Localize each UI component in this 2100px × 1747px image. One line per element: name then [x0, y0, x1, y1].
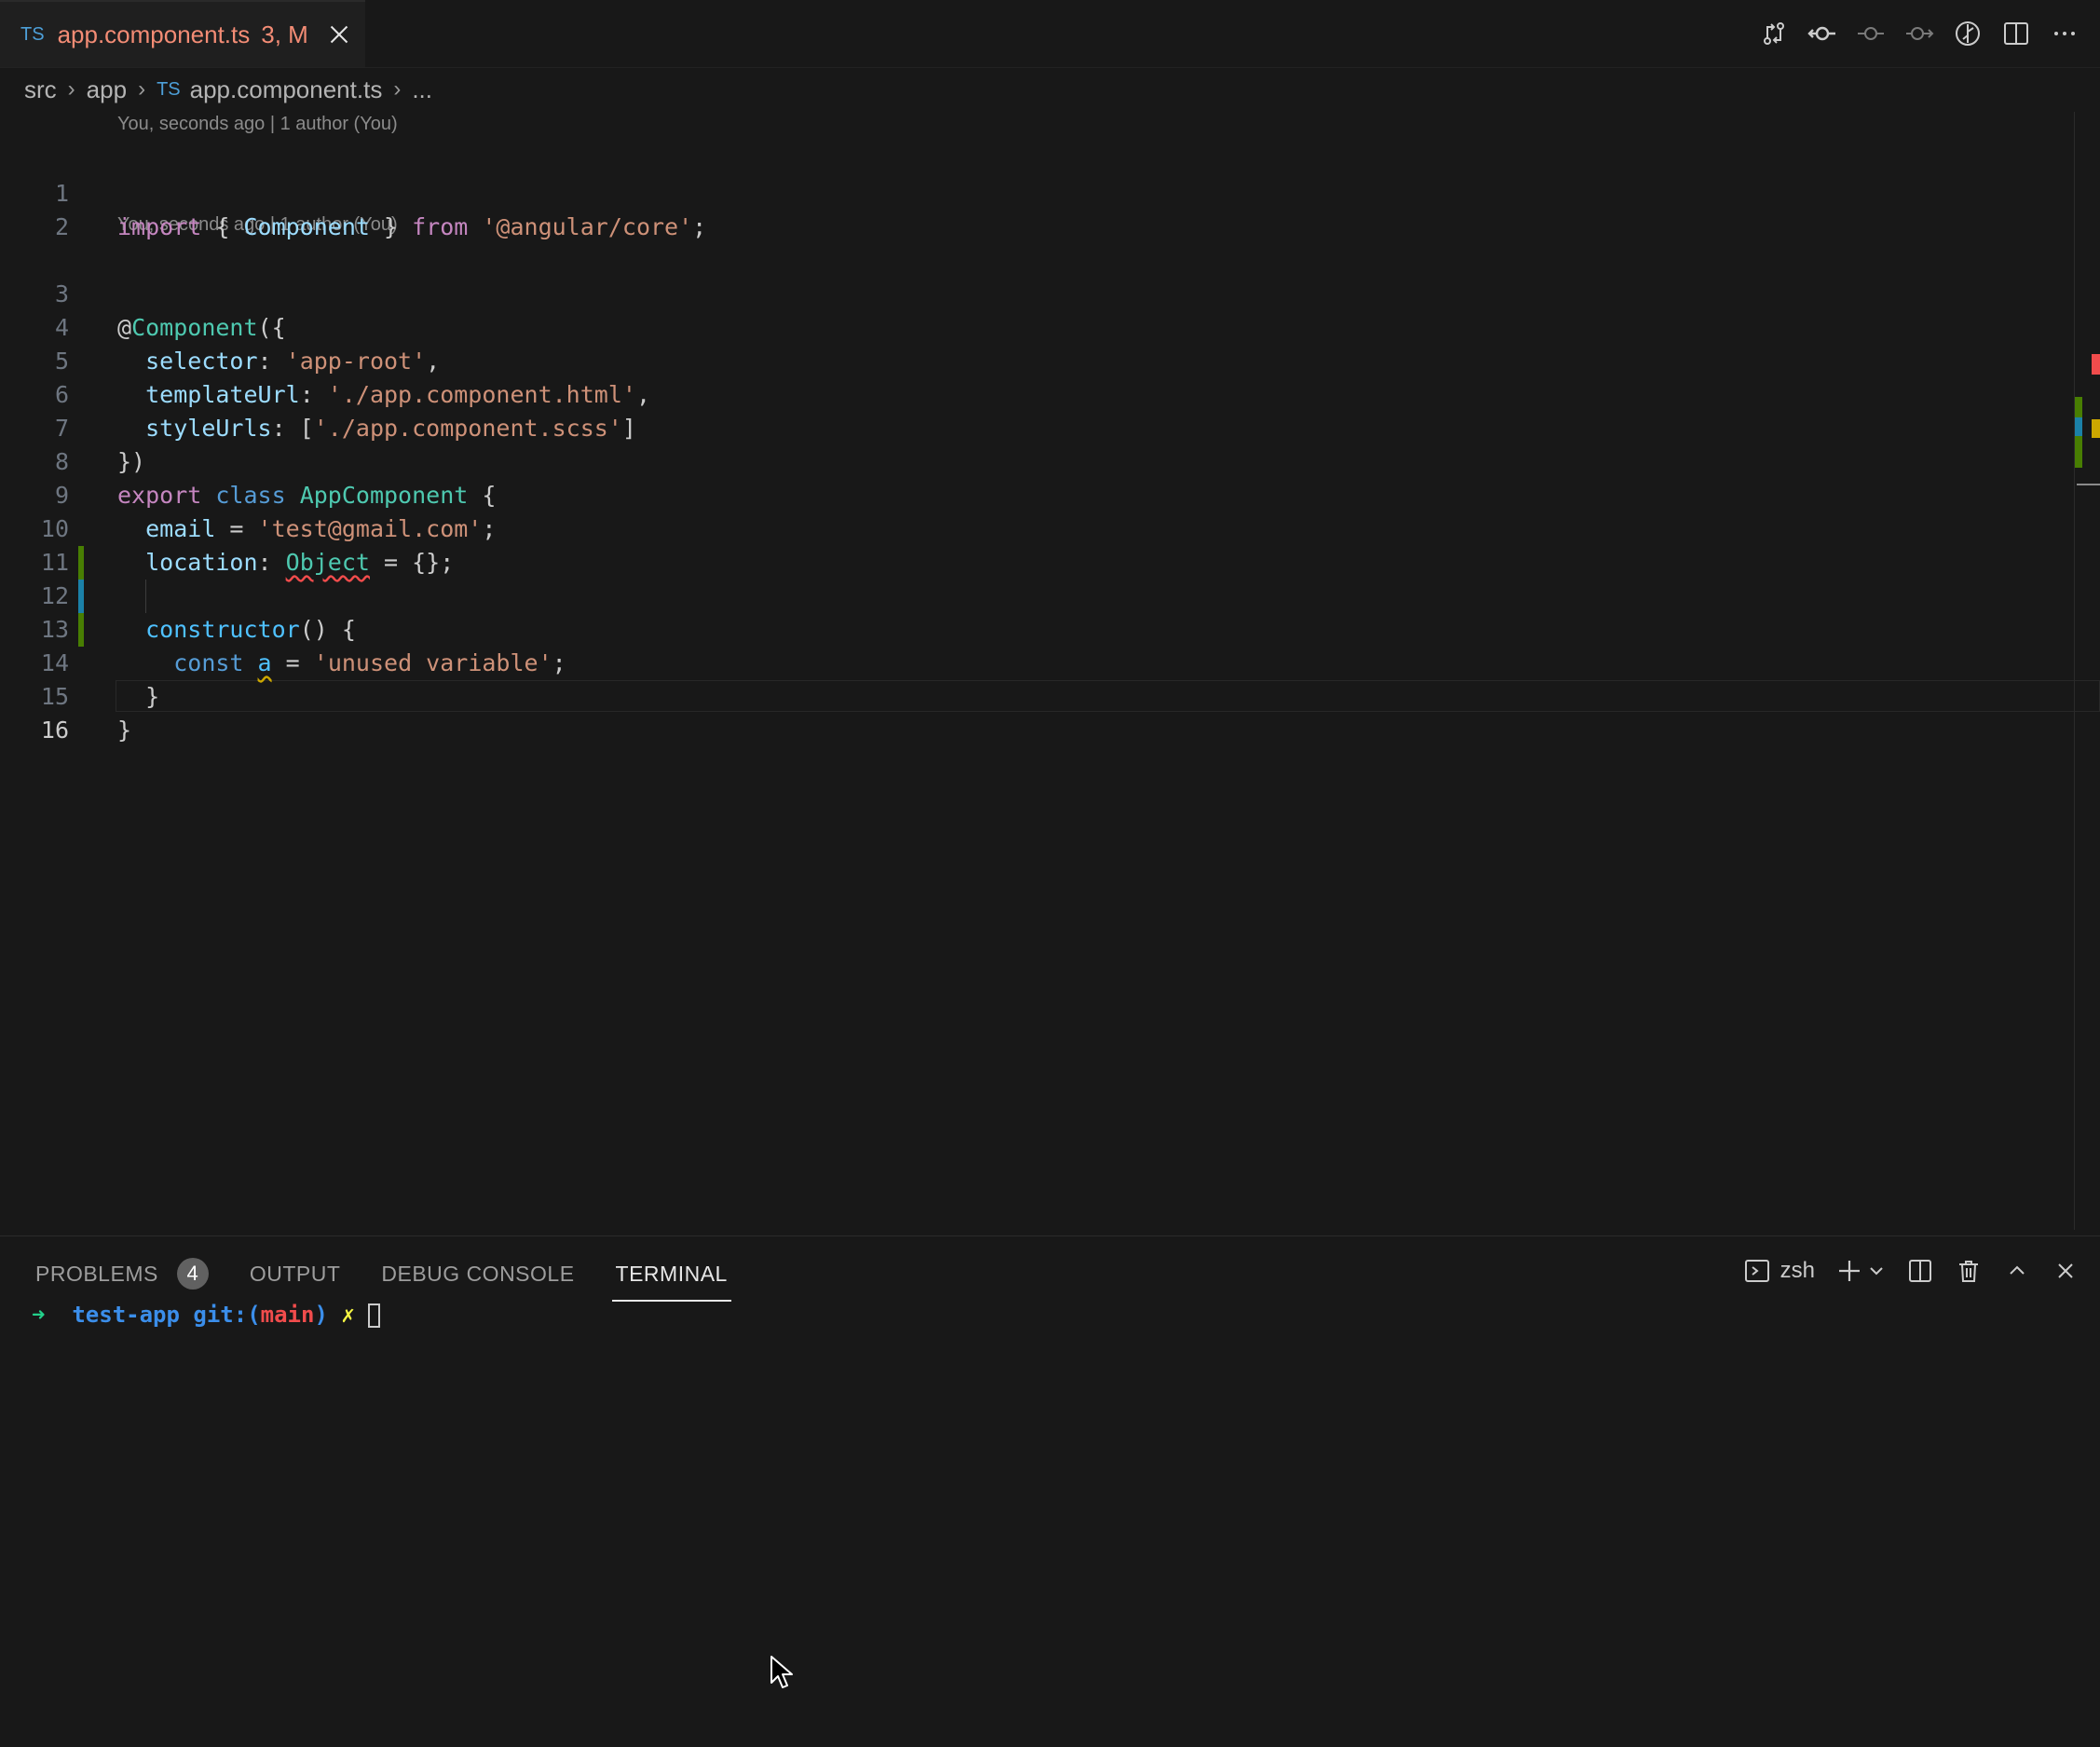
terminal-icon: [1743, 1257, 1771, 1285]
code-line: 16: [0, 680, 2078, 744]
code-line: 1 import { Component } from '@angular/co…: [0, 143, 2078, 240]
mouse-pointer-icon: [770, 1656, 793, 1688]
prompt-arrow: ➜: [32, 1302, 46, 1328]
shell-name: zsh: [1780, 1258, 1815, 1283]
terminal-cursor: [368, 1303, 381, 1328]
bottom-panel: PROBLEMS 4 OUTPUT DEBUG CONSOLE TERMINAL…: [0, 1235, 2100, 1747]
editor-actions: [1759, 19, 2080, 48]
breadcrumb-src[interactable]: src: [24, 75, 57, 104]
panel-tabs: PROBLEMS 4 OUTPUT DEBUG CONSOLE TERMINAL: [35, 1255, 769, 1302]
line-number: 2: [54, 213, 69, 240]
code-line: 7 }): [0, 378, 2078, 475]
tab-filename: app.component.ts: [57, 20, 251, 48]
code-editor[interactable]: You, seconds ago | 1 author (You) You, s…: [0, 112, 2100, 1235]
previous-change-icon[interactable]: [1856, 19, 1886, 48]
prompt-git: git:(: [193, 1302, 261, 1328]
chevron-right-icon: ›: [393, 76, 402, 102]
code-line: 12 constructor() {: [0, 546, 2078, 643]
split-terminal-icon[interactable]: [1906, 1257, 1934, 1285]
timeline-icon[interactable]: [1953, 19, 1983, 48]
code-line: 13 const a = 'unused variable';: [0, 580, 2078, 676]
maximize-panel-icon[interactable]: [2003, 1257, 2031, 1285]
tab-debug-console[interactable]: DEBUG CONSOLE: [381, 1255, 574, 1292]
prompt-git-close: ): [314, 1302, 328, 1328]
tab-problems[interactable]: PROBLEMS 4: [35, 1255, 209, 1292]
overview-ruler[interactable]: [2074, 112, 2100, 1230]
breadcrumb: src › app › TS app.component.ts › ...: [24, 69, 432, 110]
trash-icon[interactable]: [1955, 1257, 1983, 1285]
cursor-position-marker: [2077, 484, 2100, 485]
code-line: 6 styleUrls: ['./app.component.scss']: [0, 345, 2078, 442]
git-blame-codelens[interactable]: You, seconds ago | 1 author (You): [117, 114, 398, 135]
chevron-right-icon: ›: [138, 76, 146, 102]
tab-terminal[interactable]: TERMINAL: [611, 1255, 732, 1302]
code-line: 8 export class AppComponent {: [0, 412, 2078, 509]
chevron-right-icon: ›: [67, 76, 75, 102]
breadcrumb-file[interactable]: app.component.ts: [190, 75, 383, 104]
error-marker: [2092, 354, 2100, 375]
split-editor-icon[interactable]: [2001, 19, 2031, 48]
breadcrumb-app[interactable]: app: [87, 75, 127, 104]
terminal-output[interactable]: ➜ test-app git:(main) ✗: [32, 1298, 381, 1331]
code-line: 4 selector: 'app-root',: [0, 278, 2078, 375]
code-line: 5 templateUrl: './app.component.html',: [0, 311, 2078, 408]
chevron-down-icon[interactable]: [1867, 1257, 1886, 1285]
code-line: 14 }: [0, 613, 2078, 710]
next-change-icon[interactable]: [1904, 19, 1934, 48]
problems-count-badge: 4: [176, 1258, 209, 1290]
tab-problem-badge: 3, M: [261, 20, 308, 48]
code-line: 3 @Component({: [0, 244, 2078, 341]
compare-changes-icon[interactable]: [1759, 19, 1789, 48]
code-line: 15 }: [0, 647, 2078, 744]
panel-actions: zsh: [1743, 1257, 2080, 1285]
code-line: 10 location: Object = {};: [0, 479, 2078, 576]
tab-app-component[interactable]: TS app.component.ts 3, M: [0, 0, 365, 67]
prompt-directory: test-app: [72, 1302, 180, 1328]
more-actions-icon[interactable]: [2050, 19, 2080, 48]
line-number: 16: [40, 717, 69, 744]
code-line: 11: [0, 512, 2078, 576]
modified-marker: [2075, 417, 2082, 436]
close-panel-icon[interactable]: [2052, 1257, 2080, 1285]
tab-problems-label: PROBLEMS: [35, 1262, 158, 1286]
editor-tab-bar: TS app.component.ts 3, M: [0, 0, 2100, 68]
close-tab-icon[interactable]: [325, 20, 353, 48]
terminal-shell-selector[interactable]: zsh: [1743, 1257, 1815, 1285]
code-line: 2: [0, 177, 2078, 240]
tab-output[interactable]: OUTPUT: [250, 1255, 341, 1292]
typescript-file-icon: TS: [20, 23, 45, 45]
warning-marker: [2092, 419, 2100, 438]
prompt-dirty-marker: ✗: [341, 1302, 355, 1328]
code-line: 9 email = 'test@gmail.com';: [0, 445, 2078, 542]
new-terminal-icon[interactable]: [1835, 1257, 1863, 1285]
typescript-file-icon: TS: [157, 78, 181, 100]
breadcrumb-more[interactable]: ...: [412, 75, 432, 104]
prompt-branch: main: [260, 1302, 315, 1328]
git-commit-icon[interactable]: [1807, 19, 1837, 48]
